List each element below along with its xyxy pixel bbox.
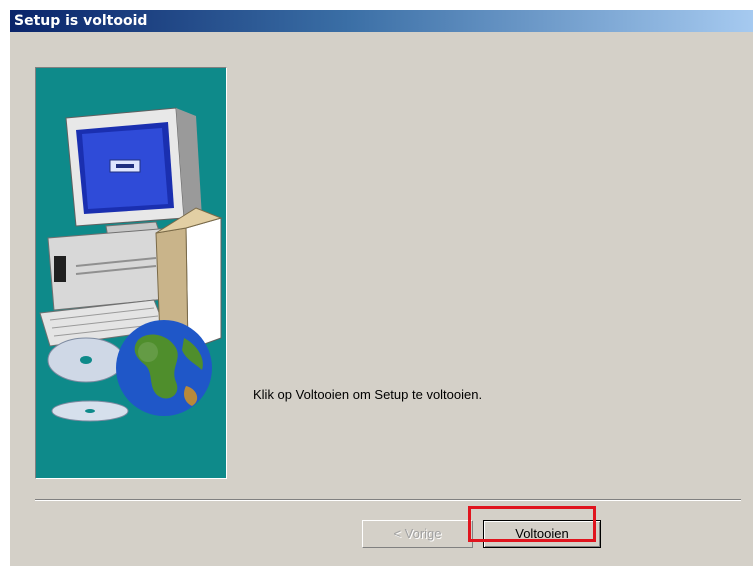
computer-globe-icon <box>39 107 223 422</box>
back-button-label: < Vorige <box>393 526 442 541</box>
setup-dialog: Setup is voltooid Klik op Voltooien om S… <box>9 9 753 566</box>
back-button[interactable]: < Vorige <box>362 520 473 548</box>
separator-line <box>35 499 741 501</box>
completion-message: Klik op Voltooien om Setup te voltooien. <box>253 387 483 402</box>
finish-button-highlight <box>468 506 596 542</box>
title-bar: Setup is voltooid <box>10 10 753 32</box>
setup-illustration <box>35 67 227 479</box>
window-title: Setup is voltooid <box>14 13 148 29</box>
